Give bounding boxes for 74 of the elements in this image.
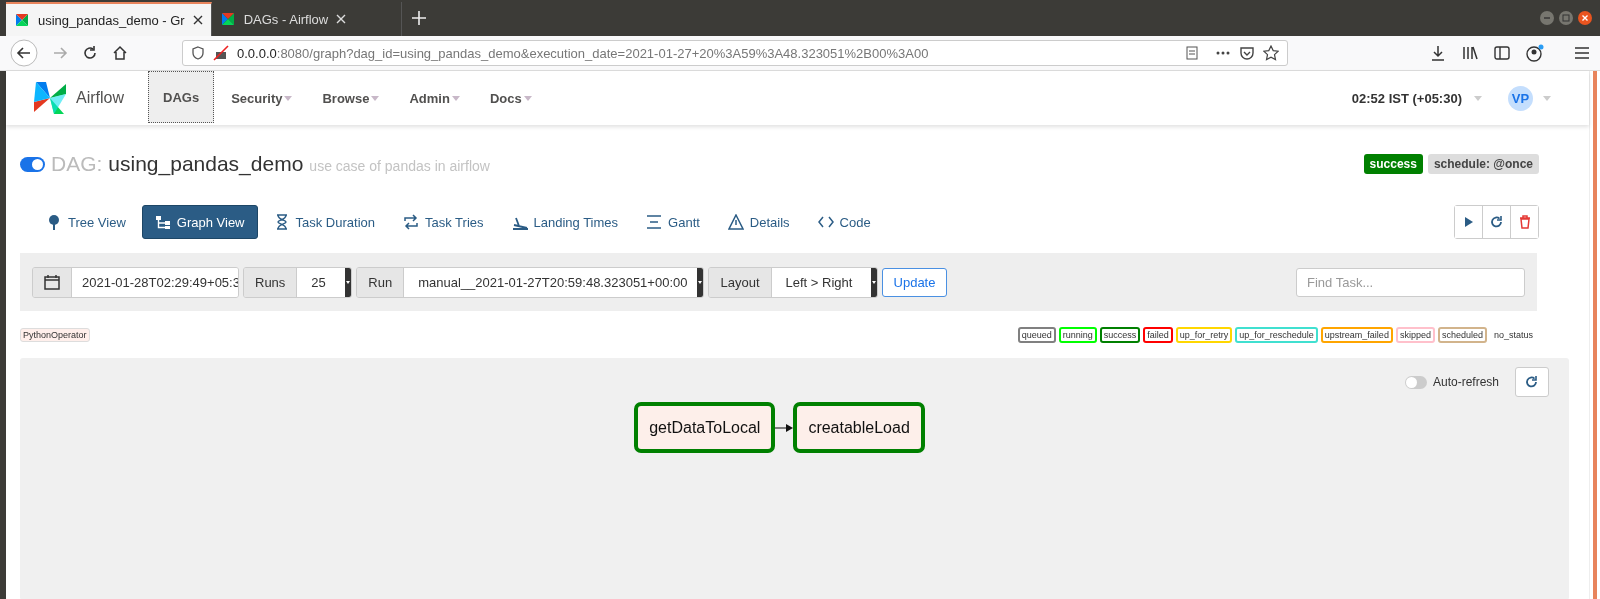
- refresh-button[interactable]: [1515, 367, 1549, 397]
- task-node[interactable]: creatableLoad: [793, 402, 925, 453]
- plus-icon[interactable]: [411, 11, 426, 25]
- dag-toggle[interactable]: [20, 156, 45, 172]
- view-tab[interactable]: Task Duration: [261, 205, 387, 239]
- maximize-icon[interactable]: [1559, 11, 1573, 25]
- pinwheel-icon: [14, 12, 30, 28]
- refresh-icon: [1525, 375, 1539, 389]
- operator-tag: PythonOperator: [20, 328, 90, 342]
- state-legend-item: no_status: [1492, 329, 1534, 342]
- brand-name[interactable]: Airflow: [76, 89, 124, 107]
- nav-menu-item[interactable]: Security: [217, 71, 307, 125]
- address-bar[interactable]: 0.0.0.0:8080/graph?dag_id=using_pandas_demo&execution_date=2021-01-27+20%3A59%3A48.323051%2B00%3A00: [182, 40, 1288, 66]
- view-tab[interactable]: Gantt: [634, 205, 712, 239]
- task-node[interactable]: getDataToLocal: [634, 402, 776, 453]
- view-tab[interactable]: Details: [715, 205, 802, 239]
- caret-icon: [1474, 95, 1482, 101]
- view-tab[interactable]: Graph View: [141, 205, 258, 239]
- state-legend-item: queued: [1017, 327, 1056, 343]
- trash-icon: [1517, 215, 1532, 229]
- shield-icon: [191, 46, 205, 60]
- back-icon[interactable]: [10, 39, 38, 67]
- bars-icon: [646, 214, 663, 230]
- view-tab[interactable]: Tree View: [34, 205, 138, 239]
- nav-menu-item[interactable]: Browse: [308, 71, 394, 125]
- schedule-badge: schedule: @once: [1427, 154, 1539, 174]
- nav-menu-item[interactable]: DAGs: [148, 71, 215, 123]
- caret-icon: [1543, 95, 1551, 101]
- edge-arrow: [775, 423, 794, 432]
- pinwheel-icon: [219, 11, 236, 27]
- close-icon[interactable]: [192, 15, 203, 25]
- dag-label: DAG:: [51, 152, 103, 176]
- clock-text[interactable]: 02:52 IST (+05:30): [1351, 90, 1462, 106]
- view-tab[interactable]: Landing Times: [499, 205, 631, 239]
- swap-arrows-icon: [403, 214, 419, 230]
- account-icon[interactable]: [1526, 44, 1544, 62]
- state-legend-item: upstream_failed: [1320, 327, 1393, 343]
- state-legend-item: up_for_reschedule: [1235, 327, 1318, 343]
- refresh-icon: [1489, 215, 1504, 229]
- state-legend-item: up_for_retry: [1175, 327, 1233, 343]
- state-legend-item: success: [1099, 327, 1141, 343]
- auto-refresh-toggle[interactable]: [1404, 375, 1427, 389]
- insecure-lock-icon: [213, 45, 229, 61]
- code-icon: [817, 214, 834, 230]
- pin-icon: [46, 214, 62, 230]
- close-icon[interactable]: [1578, 11, 1592, 25]
- state-legend-item: running: [1058, 327, 1097, 343]
- dag-name: using_pandas_demo: [108, 152, 304, 176]
- download-icon[interactable]: [1430, 45, 1446, 61]
- find-task-field[interactable]: Find Task...: [1296, 267, 1525, 297]
- home-icon[interactable]: [112, 45, 128, 61]
- trigger-dag-button[interactable]: [1455, 206, 1483, 238]
- url-text: 0.0.0.0:8080/graph?dag_id=using_pandas_demo&execution_date=2021-01-27+20%3A59%3A48.323051%2B00%3A00: [237, 45, 930, 61]
- nav-menu-item[interactable]: Admin: [395, 71, 474, 125]
- state-legend-item: skipped: [1395, 327, 1435, 343]
- dag-description: use case of pandas in airflow: [309, 158, 490, 174]
- minimize-icon[interactable]: [1540, 11, 1554, 25]
- browser-tab[interactable]: using_pandas_demo - Gr: [6, 2, 212, 36]
- auto-refresh-label: Auto-refresh: [1432, 375, 1499, 389]
- menu-icon[interactable]: [1574, 46, 1590, 60]
- reload-icon[interactable]: [82, 45, 98, 61]
- hierarchy-icon: [154, 214, 171, 230]
- state-legend-item: scheduled: [1437, 327, 1487, 343]
- view-tab[interactable]: Code: [805, 205, 883, 239]
- nav-menu-item[interactable]: Docs: [475, 71, 546, 125]
- state-legend-item: failed: [1143, 327, 1173, 343]
- view-tab[interactable]: Task Tries: [391, 205, 496, 239]
- update-button[interactable]: Update: [881, 267, 948, 297]
- status-badge: success: [1363, 154, 1423, 174]
- star-icon[interactable]: [1263, 45, 1279, 61]
- warning-icon: [727, 214, 744, 230]
- sidebar-icon[interactable]: [1494, 45, 1510, 61]
- library-icon[interactable]: [1462, 45, 1478, 61]
- pocket-icon[interactable]: [1239, 46, 1255, 60]
